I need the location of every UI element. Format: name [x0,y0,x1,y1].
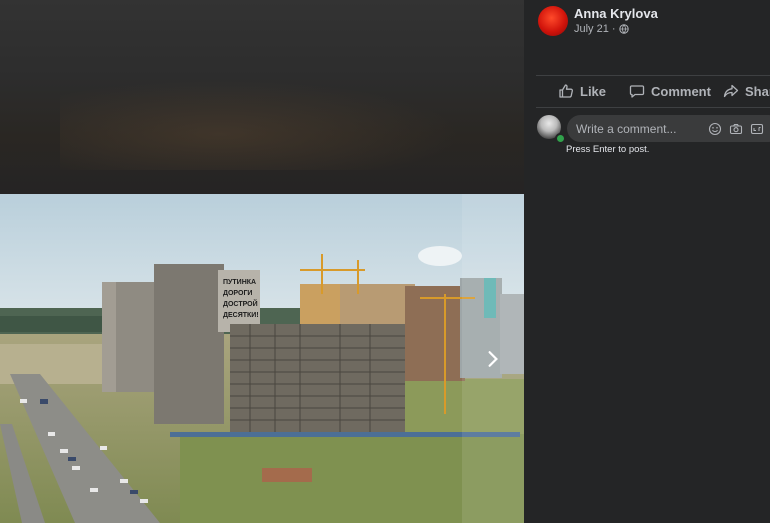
chevron-right-icon [488,350,498,367]
comment-icon [629,85,645,98]
sign-line-4: ДЕСЯТКИ! [223,312,259,319]
meta-separator: · [611,23,616,35]
share-label: Share [745,83,770,99]
thumbs-up-icon [559,84,573,98]
comment-label: Comment [651,83,711,99]
share-arrow-icon [723,84,739,98]
post-date[interactable]: July 21 [574,23,609,35]
blurred-background [0,0,524,194]
post-photo: ПУТИНКА ДОРОГИ ДОСТРОЙ ДЕСЯТКИ! [0,194,524,523]
sign-line-1: ПУТИНКА [223,279,256,286]
camera-icon[interactable] [729,122,743,136]
sign-line-3: ДОСТРОЙ [223,299,258,308]
like-button[interactable]: Like [558,77,606,105]
photo-viewer: ПУТИНКА ДОРОГИ ДОСТРОЙ ДЕСЯТКИ! [0,0,524,523]
sign-line-2: ДОРОГИ [223,290,252,297]
divider [536,75,770,76]
author-avatar[interactable] [538,6,568,36]
online-status-dot [555,133,566,144]
comment-input[interactable] [576,121,701,136]
post-meta: July 21 · [574,23,629,35]
comment-button[interactable]: Comment [629,77,711,105]
like-label: Like [580,83,607,99]
gif-icon[interactable] [750,122,764,136]
author-name[interactable]: Anna Krylova [574,6,658,21]
globe-icon[interactable] [618,24,629,34]
press-enter-hint: Press Enter to post. [566,144,650,155]
emoji-icon[interactable] [708,122,722,136]
next-photo-button[interactable] [462,194,524,523]
divider [536,107,770,108]
comment-composer [567,115,770,142]
share-button[interactable]: Share [723,77,770,105]
post-side-panel: Anna Krylova July 21 · Like Comment Shar… [524,0,770,523]
